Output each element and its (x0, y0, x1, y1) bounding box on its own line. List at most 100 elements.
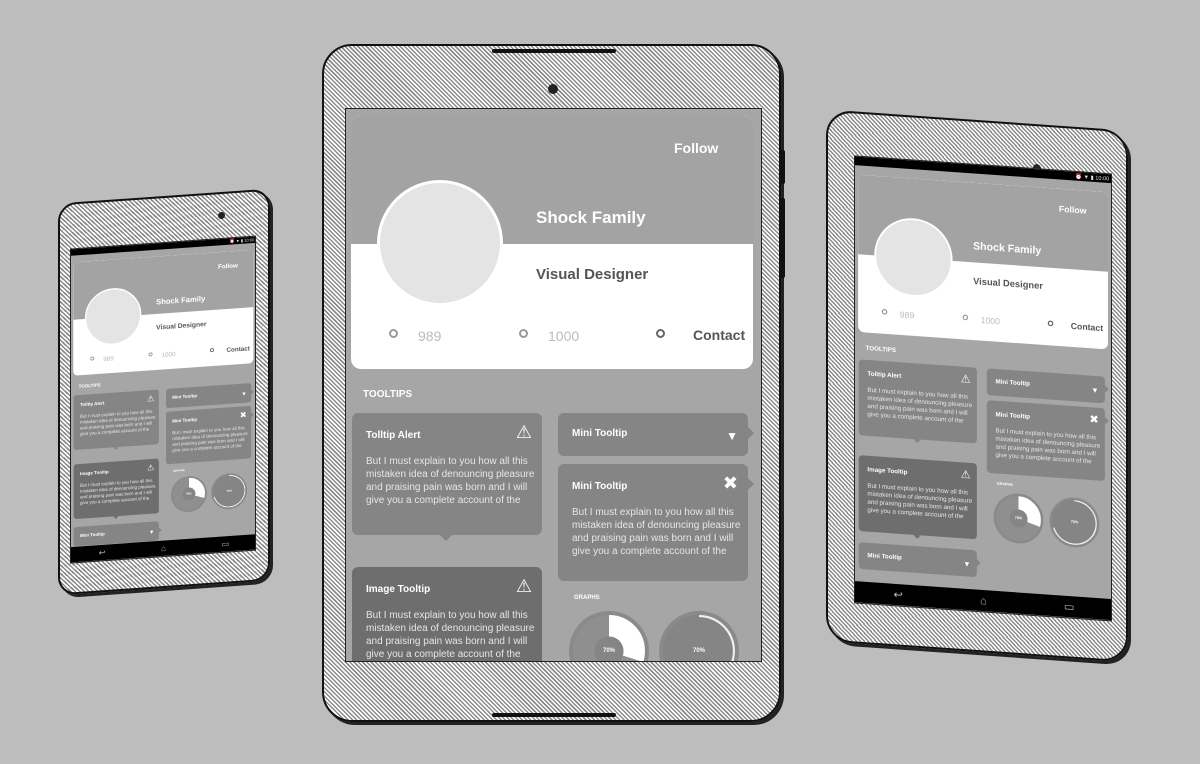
contact-button[interactable]: Contact (1071, 321, 1103, 333)
donut-chart: 70% (211, 472, 248, 511)
mini-tooltip[interactable]: Mini Tooltip ▼ (166, 383, 254, 409)
app-content: Follow Shock Family Visual Designer 989 … (71, 246, 256, 547)
profile-name: Shock Family (536, 208, 646, 227)
back-icon[interactable]: ↩ (894, 588, 903, 602)
mini-tooltip[interactable]: Mini Tooltip ▼ (986, 368, 1109, 404)
avatar[interactable] (377, 180, 503, 306)
tooltip-body: But I must explain to you how all this m… (572, 507, 741, 557)
tooltip-body: But I must explain to you how all this m… (366, 610, 535, 660)
tooltip-title: Mini Tooltip (867, 552, 902, 562)
tablet-right: Follow Shock Family Visual Designer 989 … (826, 109, 1128, 663)
chevron-down-icon[interactable]: ▼ (241, 390, 246, 398)
tooltip-pointer (748, 427, 754, 439)
facebook-icon[interactable] (148, 352, 153, 357)
chevron-down-icon[interactable]: ▼ (149, 528, 154, 536)
tooltip-title: Mini Tooltip (172, 393, 198, 401)
warning-icon: ⚠ (960, 372, 971, 386)
tooltip-pointer (251, 411, 254, 418)
image-tooltip[interactable]: Image Tooltip ⚠ But I must explain to yo… (858, 455, 977, 540)
image-tooltip[interactable]: Image Tooltip ⚠ But I must explain to yo… (352, 567, 542, 661)
contact-button[interactable]: Contact (227, 345, 250, 354)
mini-tooltip-expanded[interactable]: Mini Tooltip ✖ But I must explain to you… (166, 405, 254, 465)
tooltip-body: But I must explain to you how all this m… (366, 456, 535, 506)
tooltip-pointer (913, 534, 921, 540)
warning-icon: ⚠ (960, 467, 971, 481)
recent-apps-icon[interactable]: ▭ (1064, 600, 1075, 614)
home-icon[interactable]: ⌂ (161, 544, 166, 554)
tooltips-heading: TOOLTIPS (363, 389, 413, 400)
speaker-slot (492, 713, 616, 717)
tooltip-title: Mini Tooltip (172, 417, 198, 424)
recent-apps-icon[interactable]: ▭ (222, 539, 230, 549)
contact-button[interactable]: Contact (693, 327, 745, 343)
camera (548, 84, 558, 94)
tooltip-pointer (251, 389, 254, 395)
profile-card: Follow Shock Family Visual Designer 989 … (351, 116, 753, 369)
donut-chart: 70% (659, 611, 739, 661)
facebook-count: 1000 (161, 350, 176, 359)
image-tooltip[interactable]: Image Tooltip ⚠ But I must explain to yo… (73, 458, 159, 520)
donut-chart: 70% (1049, 495, 1100, 550)
status-time: 10:00 (244, 237, 255, 243)
tooltip-alert[interactable]: Tolltip Alert ⚠ But I must explain to yo… (858, 359, 977, 444)
email-icon[interactable] (209, 347, 214, 353)
tooltip-body: But I must explain to you how all this m… (867, 386, 973, 425)
graphs-heading: GRAPHS (173, 469, 185, 473)
tooltip-title: Tolltip Alert (867, 370, 902, 380)
follow-button[interactable]: Follow (218, 262, 238, 271)
tooltip-alert[interactable]: Tolltip Alert ⚠ But I must explain to yo… (73, 389, 159, 451)
back-icon[interactable]: ↩ (99, 548, 106, 558)
donut-chart: 70% (170, 474, 207, 514)
tooltip-body: But I must explain to you how all this m… (995, 427, 1101, 466)
email-icon[interactable] (1047, 320, 1054, 327)
tooltip-title: Mini Tooltip (572, 481, 628, 492)
twitter-icon[interactable] (90, 356, 95, 361)
tooltip-pointer (440, 535, 452, 541)
screen-viewport: Follow Shock Family Visual Designer 989 … (346, 109, 761, 661)
home-icon[interactable]: ⌂ (980, 594, 987, 608)
tooltip-alert[interactable]: Tolltip Alert ⚠ But I must explain to yo… (352, 413, 542, 541)
twitter-count: 989 (418, 328, 442, 344)
donut-label: 70% (692, 648, 705, 654)
facebook-icon[interactable] (519, 329, 528, 338)
tooltip-title: Tolltip Alert (366, 430, 421, 441)
status-icons: ⏰ ▼ ▮ (229, 238, 245, 244)
mini-tooltip-expanded[interactable]: Mini Tooltip ✖ But I must explain to you… (986, 400, 1109, 482)
chevron-down-icon[interactable]: ▼ (726, 427, 738, 445)
tooltip-pointer (976, 559, 981, 567)
close-icon[interactable]: ✖ (240, 410, 247, 419)
tooltip-title: Tolltip Alert (79, 400, 105, 408)
tablet-center: Follow Shock Family Visual Designer 989 … (322, 44, 781, 722)
mini-tooltip[interactable]: Mini Tooltip ▼ (558, 413, 754, 456)
email-icon[interactable] (656, 329, 665, 338)
mini-tooltip[interactable]: Mini Tooltip ▼ (858, 542, 981, 578)
donut-chart: 70% (993, 491, 1044, 546)
follow-button[interactable]: Follow (1059, 204, 1087, 216)
tooltip-body: But I must explain to you how all this m… (867, 482, 973, 521)
twitter-icon[interactable] (881, 308, 888, 315)
tooltip-body: But I must explain to you how all this m… (79, 478, 156, 506)
twitter-count: 989 (899, 309, 915, 321)
donut-chart: 70% (569, 611, 649, 661)
tooltip-pointer (913, 439, 921, 444)
donut-label: 70% (1070, 520, 1079, 525)
twitter-icon[interactable] (389, 329, 398, 338)
facebook-icon[interactable] (962, 314, 969, 321)
tablet-screen: Follow Shock Family Visual Designer 989 … (854, 155, 1112, 622)
follow-button[interactable]: Follow (674, 140, 718, 156)
tooltip-pointer (748, 478, 754, 490)
camera (218, 211, 225, 220)
volume-button (779, 198, 785, 278)
donut-label: 70% (1014, 516, 1023, 521)
screen-viewport: Follow Shock Family Visual Designer 989 … (71, 236, 256, 563)
chevron-down-icon[interactable]: ▼ (1091, 384, 1098, 396)
donut-label: 70% (186, 492, 192, 496)
tooltip-title: Mini Tooltip (79, 531, 105, 539)
close-icon[interactable]: ✖ (1089, 413, 1098, 426)
tooltips-heading: TOOLTIPS (865, 344, 897, 354)
app-content: Follow Shock Family Visual Designer 989 … (855, 170, 1112, 599)
tooltips-heading: TOOLTIPS (78, 382, 101, 390)
mini-tooltip-expanded[interactable]: Mini Tooltip ✖ But I must explain to you… (558, 464, 754, 581)
close-icon[interactable]: ✖ (723, 474, 738, 492)
chevron-down-icon[interactable]: ▼ (963, 558, 970, 570)
